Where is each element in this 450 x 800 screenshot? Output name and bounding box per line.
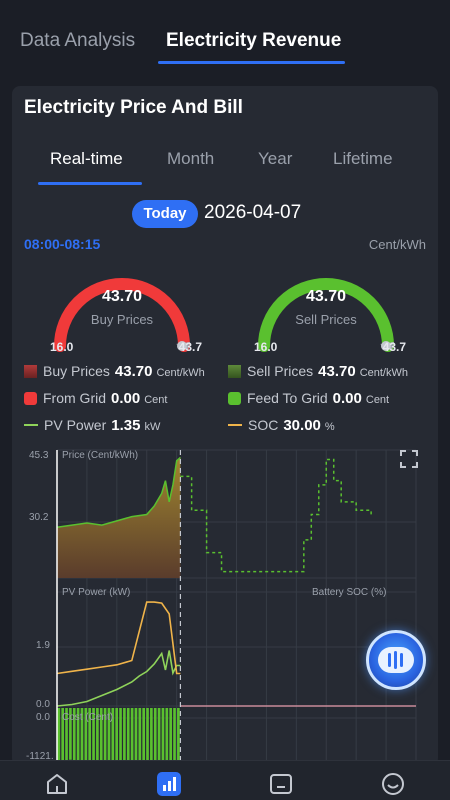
- buy-price-area: [57, 457, 181, 578]
- cost-bar: [134, 708, 138, 766]
- buy-swatch-icon: [24, 365, 37, 378]
- cost-bar: [126, 708, 130, 766]
- tab-electricity-revenue[interactable]: Electricity Revenue: [166, 30, 341, 52]
- legend-value: 1.35: [111, 417, 141, 434]
- analytics-icon[interactable]: [156, 771, 182, 797]
- buy-gauge-max: 43.7: [178, 340, 202, 354]
- device-icon[interactable]: [268, 771, 294, 797]
- legend-label: PV Power: [44, 417, 107, 433]
- assistant-button[interactable]: [366, 630, 426, 690]
- cost-bar: [138, 708, 142, 766]
- cost-bar: [115, 708, 119, 766]
- period-tab-realtime[interactable]: Real-time: [50, 149, 123, 169]
- cost-bar: [142, 708, 145, 766]
- fullscreen-icon[interactable]: [399, 449, 419, 469]
- cost-bar: [157, 708, 161, 766]
- legend-buy-prices[interactable]: Buy Prices 43.70 Cent/kWh: [24, 363, 205, 380]
- legend-sell-prices[interactable]: Sell Prices 43.70 Cent/kWh: [228, 363, 408, 380]
- legend-soc[interactable]: SOC 30.00 %: [228, 417, 335, 434]
- cost-bar: [161, 708, 165, 766]
- cost-bar: [169, 708, 172, 766]
- legend-feed-to-grid[interactable]: Feed To Grid 0.00 Cent: [228, 390, 389, 407]
- legend-unit: Cent/kWh: [156, 367, 205, 379]
- top-tab-bar: Data Analysis Electricity Revenue: [0, 0, 450, 70]
- price-panel: [56, 456, 372, 578]
- sell-price-gauge: 43.70 Sell Prices 16.0 43.7: [246, 258, 406, 358]
- cost-bar: [150, 708, 153, 766]
- cost-bar: [119, 708, 122, 766]
- legend-unit: %: [324, 421, 335, 433]
- legend-value: 43.70: [114, 363, 153, 380]
- today-button[interactable]: Today: [132, 200, 198, 228]
- date-picker[interactable]: 2026-04-07: [204, 202, 301, 224]
- buy-gauge-min: 16.0: [50, 340, 74, 354]
- period-tab-lifetime[interactable]: Lifetime: [333, 149, 393, 169]
- active-tab-indicator: [158, 61, 345, 64]
- cost-bar: [146, 708, 149, 766]
- sell-gauge-min: 16.0: [254, 340, 278, 354]
- cost-axis-label: Cost (Cent): [62, 712, 114, 723]
- legend-label: SOC: [248, 417, 279, 433]
- from-grid-swatch-icon: [24, 392, 37, 405]
- period-tab-year[interactable]: Year: [258, 149, 292, 169]
- legend-value: 0.00: [111, 390, 141, 407]
- feed-grid-swatch-icon: [228, 392, 241, 405]
- legend-value: 0.00: [332, 390, 362, 407]
- price-tick-mid: 30.2: [29, 512, 49, 523]
- period-tab-month[interactable]: Month: [167, 149, 214, 169]
- cost-bar: [57, 708, 61, 766]
- pv-tick-zero: 0.0: [36, 699, 50, 710]
- card-title: Electricity Price And Bill: [24, 97, 243, 118]
- sell-gauge-label: Sell Prices: [295, 312, 357, 327]
- combined-chart[interactable]: 45.3 Price (Cent/kWh) 30.2 PV Power (kW)…: [12, 442, 438, 766]
- sell-price-line: [180, 458, 372, 573]
- sell-swatch-icon: [228, 365, 241, 378]
- cost-bar: [130, 708, 134, 766]
- soc-axis-label: Battery SOC (%): [312, 587, 387, 598]
- sell-gauge-value: 43.70: [305, 288, 347, 305]
- legend-label: From Grid: [43, 390, 106, 406]
- assistant-icon: [378, 647, 414, 673]
- legend-label: Buy Prices: [43, 363, 110, 379]
- pv-line-swatch-icon: [24, 424, 38, 426]
- pv-power-line: [56, 650, 181, 707]
- cost-bar: [123, 708, 126, 766]
- price-axis-label: Price (Cent/kWh): [62, 450, 139, 461]
- soc-line: [56, 601, 181, 675]
- sell-gauge-max: 43.7: [382, 340, 406, 354]
- legend-unit: kW: [144, 421, 161, 433]
- cost-bar: [165, 708, 169, 766]
- price-unit-label: Cent/kWh: [368, 237, 426, 252]
- legend-from-grid[interactable]: From Grid 0.00 Cent: [24, 390, 167, 407]
- legend-unit: Cent/kWh: [359, 367, 408, 379]
- period-tab-indicator: [38, 182, 142, 185]
- home-icon[interactable]: [44, 771, 70, 797]
- pv-tick-mid: 1.9: [36, 640, 50, 651]
- buy-gauge-label: Buy Prices: [90, 312, 154, 327]
- cost-bar: [177, 708, 180, 766]
- legend-value: 43.70: [318, 363, 356, 380]
- time-range-label: 08:00-08:15: [24, 236, 101, 252]
- legend-unit: Cent: [144, 394, 168, 406]
- profile-icon[interactable]: [380, 771, 406, 797]
- buy-gauge-value: 43.70: [101, 288, 143, 305]
- pv-axis-label: PV Power (kW): [62, 587, 131, 598]
- legend-pv-power[interactable]: PV Power 1.35 kW: [24, 417, 160, 434]
- cost-tick-zero: 0.0: [36, 712, 50, 723]
- cost-bar: [153, 708, 157, 766]
- legend-value: 30.00: [283, 417, 321, 434]
- price-tick-top: 45.3: [29, 450, 49, 461]
- cost-bar: [173, 708, 176, 766]
- soc-line-swatch-icon: [228, 424, 242, 426]
- legend-label: Sell Prices: [247, 363, 314, 379]
- tab-data-analysis[interactable]: Data Analysis: [20, 30, 135, 52]
- bottom-navigation: [0, 760, 450, 800]
- legend-unit: Cent: [365, 394, 390, 406]
- buy-price-gauge: 43.70 Buy Prices 16.0 43.7: [42, 258, 202, 358]
- legend-label: Feed To Grid: [247, 390, 328, 406]
